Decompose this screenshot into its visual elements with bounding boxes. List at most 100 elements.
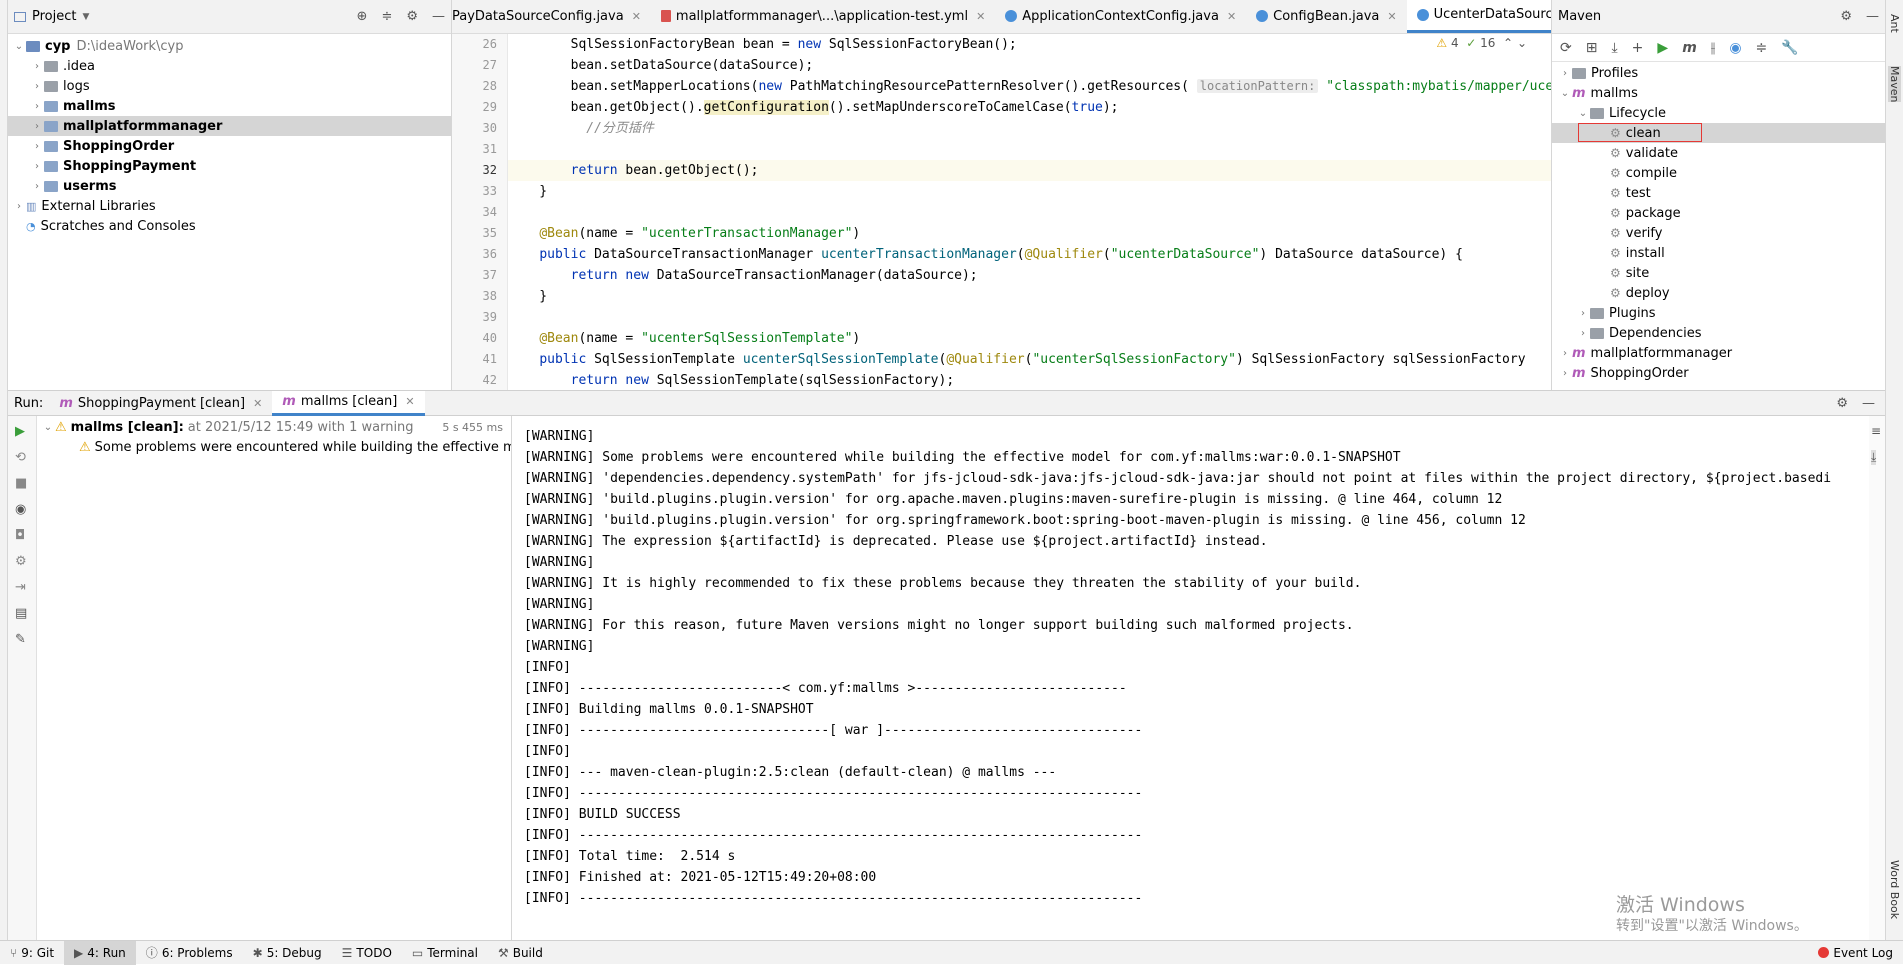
close-icon[interactable]: ✕ — [1387, 10, 1396, 23]
locate-icon[interactable]: ⊕ — [357, 9, 368, 24]
status-todo[interactable]: ☰ TODO — [332, 941, 402, 965]
status-git[interactable]: ⑂ 9: Git — [0, 941, 64, 965]
rerun-icon[interactable]: ▶ — [15, 424, 25, 439]
status-build[interactable]: ⚒ Build — [488, 941, 553, 965]
chevron-right-icon[interactable]: › — [30, 181, 44, 192]
chevron-right-icon[interactable]: › — [1576, 328, 1590, 339]
tab-application-context-config[interactable]: ApplicationContextConfig.java ✕ — [995, 0, 1246, 33]
run-tab-shoppingpayment[interactable]: m ShoppingPayment [clean] ✕ — [49, 391, 272, 416]
chevron-down-icon[interactable]: ⌄ — [1517, 36, 1527, 50]
layout-icon[interactable]: ▤ — [15, 606, 27, 621]
maven-goal-site[interactable]: ⚙ site — [1552, 263, 1885, 283]
chevron-right-icon[interactable]: › — [30, 141, 44, 152]
chevron-down-icon[interactable]: ⌄ — [1576, 108, 1590, 119]
maven-goal-deploy[interactable]: ⚙ deploy — [1552, 283, 1885, 303]
maven-goal-icon[interactable]: m — [1682, 40, 1697, 56]
chevron-right-icon[interactable]: › — [30, 101, 44, 112]
chevron-right-icon[interactable]: › — [12, 201, 26, 212]
tree-item-logs[interactable]: › logs — [8, 76, 451, 96]
chevron-right-icon[interactable]: › — [1576, 308, 1590, 319]
close-icon[interactable]: ✕ — [1227, 10, 1236, 23]
chevron-right-icon[interactable]: › — [30, 161, 44, 172]
console-output[interactable]: [WARNING] [WARNING] Some problems were en… — [512, 416, 1869, 940]
chevron-right-icon[interactable]: › — [30, 121, 44, 132]
maven-goal-install[interactable]: ⚙ install — [1552, 243, 1885, 263]
maven-project-shoppingorder[interactable]: › m ShoppingOrder — [1552, 363, 1885, 383]
gear-icon[interactable]: ⚙ — [406, 9, 418, 24]
tree-item-shoppingorder[interactable]: › ShoppingOrder — [8, 136, 451, 156]
tree-item-idea[interactable]: › .idea — [8, 56, 451, 76]
maven-project-mallms[interactable]: ⌄ m mallms — [1552, 83, 1885, 103]
minimize-icon[interactable]: — — [1866, 9, 1879, 24]
maven-goal-verify[interactable]: ⚙ verify — [1552, 223, 1885, 243]
maven-goal-package[interactable]: ⚙ package — [1552, 203, 1885, 223]
gear-icon[interactable]: ⚙ — [1836, 396, 1848, 411]
soft-wrap-icon[interactable]: ≡ — [1871, 424, 1881, 438]
collapse-icon[interactable]: ≑ — [1756, 40, 1768, 56]
maven-project-mallplatformmanager[interactable]: › m mallplatformmanager — [1552, 343, 1885, 363]
chevron-down-icon[interactable]: ⌄ — [41, 422, 55, 433]
chevron-right-icon[interactable]: › — [1558, 368, 1572, 379]
run-icon[interactable]: ▶ — [1657, 40, 1668, 56]
maven-side-tab[interactable]: Maven — [1888, 66, 1901, 103]
chevron-down-icon[interactable]: ⌄ — [12, 41, 26, 52]
maven-dependencies[interactable]: › Dependencies — [1552, 323, 1885, 343]
gear-icon[interactable]: ⚙ — [1840, 9, 1852, 24]
close-icon[interactable]: ✕ — [405, 395, 414, 408]
maven-goal-clean[interactable]: ⚙ clean — [1552, 123, 1885, 143]
settings-icon[interactable]: ⚙ — [15, 554, 27, 569]
ant-side-tab[interactable]: Ant — [1888, 14, 1901, 33]
camera-icon[interactable]: ◘ — [15, 528, 25, 543]
chevron-right-icon[interactable]: › — [1558, 68, 1572, 79]
reload-icon[interactable]: ⟳ — [1560, 40, 1572, 56]
tab-pay-datasource-config[interactable]: PayDataSourceConfig.java ✕ — [452, 0, 651, 33]
status-debug[interactable]: ✱ 5: Debug — [243, 941, 332, 965]
chevron-down-icon[interactable]: ⌄ — [1558, 88, 1572, 99]
tree-item-userms[interactable]: › userms — [8, 176, 451, 196]
status-problems[interactable]: ⓘ 6: Problems — [136, 941, 243, 965]
tab-config-bean[interactable]: ConfigBean.java ✕ — [1246, 0, 1406, 33]
maven-lifecycle[interactable]: ⌄ Lifecycle — [1552, 103, 1885, 123]
run-tab-mallms[interactable]: m mallms [clean] ✕ — [272, 390, 425, 416]
project-title[interactable]: Project — [32, 9, 76, 24]
maven-goal-validate[interactable]: ⚙ validate — [1552, 143, 1885, 163]
run-result-root[interactable]: ⌄ ⚠ mallms [clean]: at 2021/5/12 15:49 w… — [37, 417, 511, 437]
tree-item-cyp[interactable]: ⌄ cyp D:\ideaWork\cyp — [8, 36, 451, 56]
tab-application-test-yml[interactable]: mallplatformmanager\...\application-test… — [651, 0, 995, 33]
eye-icon[interactable]: ◉ — [15, 502, 26, 517]
status-terminal[interactable]: ▭ Terminal — [402, 941, 488, 965]
close-icon[interactable]: ✕ — [253, 397, 262, 410]
pin-icon[interactable]: ✎ — [15, 632, 26, 647]
inspection-widget[interactable]: ⚠ 4 ✓ 16 ⌃ ⌄ — [1436, 36, 1527, 50]
maven-profiles[interactable]: › Profiles — [1552, 63, 1885, 83]
plus-icon[interactable]: + — [1632, 40, 1644, 56]
export-icon[interactable]: ⇥ — [15, 580, 26, 595]
tree-item-mallplatformmanager[interactable]: › mallplatformmanager — [8, 116, 451, 136]
tab-ucenter-datasource-config[interactable]: UcenterDataSourceConfig.java✕ — [1406, 0, 1551, 33]
console-scrollbar[interactable]: ≡ ⤓ — [1869, 416, 1885, 940]
chevron-down-icon[interactable]: ▼ — [82, 12, 89, 22]
maven-goal-compile[interactable]: ⚙ compile — [1552, 163, 1885, 183]
minimize-icon[interactable]: — — [1862, 396, 1875, 411]
wordbook-side-tab[interactable]: Word Book — [1888, 860, 1901, 919]
maven-plugins[interactable]: › Plugins — [1552, 303, 1885, 323]
status-event-log[interactable]: Event Log — [1808, 941, 1903, 965]
toggle-offline-icon[interactable]: ⫲ — [1711, 40, 1716, 56]
chevron-up-icon[interactable]: ⌃ — [1503, 36, 1513, 50]
skip-tests-icon[interactable]: ◉ — [1729, 40, 1741, 56]
chevron-right-icon[interactable]: › — [1558, 348, 1572, 359]
tree-item-external-libraries[interactable]: › ▥ External Libraries — [8, 196, 451, 216]
status-run[interactable]: ▶ 4: Run — [64, 940, 136, 965]
code-area[interactable]: SqlSessionFactoryBean bean = new SqlSess… — [508, 34, 1551, 390]
tree-item-scratches[interactable]: ◔ Scratches and Consoles — [8, 216, 451, 236]
wrench-icon[interactable]: 🔧 — [1781, 40, 1798, 56]
minimize-icon[interactable]: — — [432, 9, 445, 24]
close-icon[interactable]: ✕ — [632, 10, 641, 23]
chevron-right-icon[interactable]: › — [30, 61, 44, 72]
run-result-child[interactable]: ⚠ Some problems were encountered while b… — [37, 437, 511, 457]
tree-item-mallms[interactable]: › mallms — [8, 96, 451, 116]
chevron-right-icon[interactable]: › — [30, 81, 44, 92]
close-icon[interactable]: ✕ — [976, 10, 985, 23]
scroll-to-end-icon[interactable]: ⤓ — [1871, 450, 1877, 465]
maven-goal-test[interactable]: ⚙ test — [1552, 183, 1885, 203]
